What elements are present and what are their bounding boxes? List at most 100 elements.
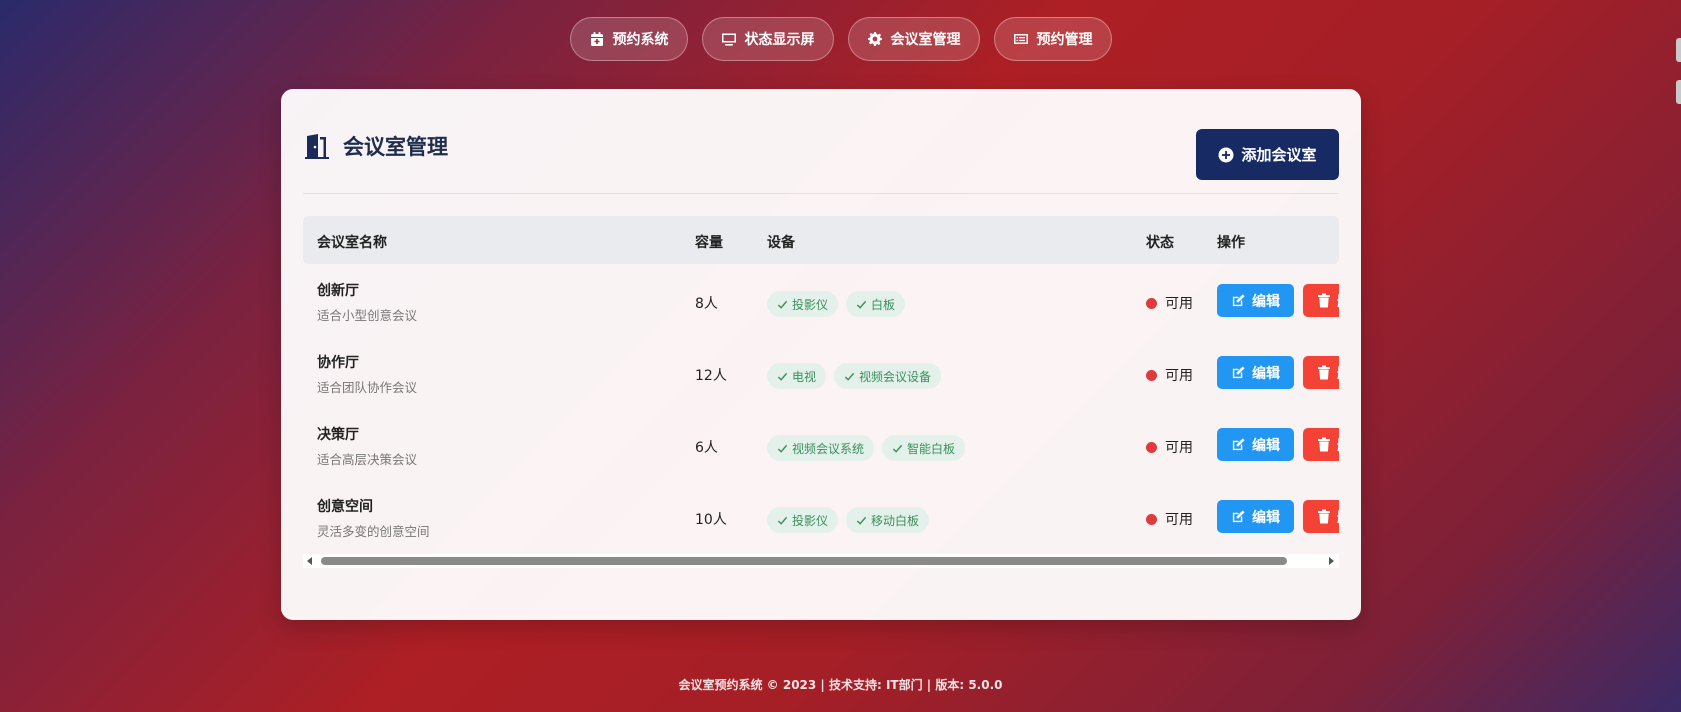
calendar-plus-icon — [590, 32, 603, 46]
add-room-button[interactable]: 添加会议室 — [1196, 129, 1339, 180]
delete-button[interactable]: 删 — [1303, 284, 1339, 317]
equipment-tags: 投影仪 白板 — [767, 291, 906, 317]
edit-label: 编辑 — [1252, 509, 1280, 526]
edit-label: 编辑 — [1252, 365, 1280, 382]
delete-label: 删 — [1337, 435, 1339, 455]
edit-icon — [1232, 510, 1245, 523]
trash-icon — [1318, 509, 1330, 524]
room-description: 适合小型创意会议 — [317, 308, 418, 323]
status-dot — [1146, 297, 1157, 309]
equipment-tag-label: 投影仪 — [792, 297, 829, 312]
equipment-tag-label: 视频会议系统 — [792, 441, 865, 456]
status-dot — [1146, 513, 1157, 525]
equipment-tags: 视频会议系统 智能白板 — [767, 435, 966, 461]
edit-icon — [1232, 366, 1245, 379]
gear-icon — [867, 32, 882, 46]
edit-icon — [1232, 438, 1245, 451]
room-description: 适合高层决策会议 — [317, 452, 418, 467]
table-row: 决策厅 适合高层决策会议 6人 视频会议系统 智能白板 可用 编辑 删 — [303, 416, 1339, 488]
status-indicator: 可用 — [1146, 365, 1193, 385]
status-indicator: 可用 — [1146, 509, 1193, 529]
nav-status-screen-button[interactable]: 状态显示屏 — [701, 17, 834, 61]
edit-button[interactable]: 编辑 — [1217, 500, 1294, 533]
status-indicator: 可用 — [1146, 437, 1193, 457]
check-icon — [777, 372, 788, 381]
footer-text: 会议室预约系统 © 2023 | 技术支持: IT部门 | 版本: 5.0.0 — [678, 678, 1003, 692]
horizontal-scrollbar[interactable] — [303, 554, 1339, 568]
edit-button[interactable]: 编辑 — [1217, 356, 1294, 389]
room-name: 决策厅 — [317, 427, 359, 443]
status-text: 可用 — [1165, 440, 1193, 456]
list-icon — [1013, 34, 1028, 44]
equipment-tags: 投影仪 移动白板 — [767, 507, 930, 533]
check-icon — [777, 300, 788, 309]
equipment-tag-label: 移动白板 — [871, 513, 920, 528]
door-icon — [305, 134, 329, 159]
check-icon — [856, 516, 867, 525]
nav-room-management-button[interactable]: 会议室管理 — [847, 17, 980, 61]
add-room-label: 添加会议室 — [1241, 146, 1317, 164]
nav-booking-management-button[interactable]: 预约管理 — [993, 17, 1112, 61]
edge-handle[interactable] — [1676, 80, 1681, 104]
scrollbar-thumb[interactable] — [321, 557, 1287, 565]
equipment-tags: 电视 视频会议设备 — [767, 363, 942, 389]
top-nav: 预约系统 状态显示屏 会议室管理 预约管理 — [0, 17, 1681, 61]
room-capacity: 6人 — [695, 440, 718, 456]
room-management-card: 会议室管理 添加会议室 会议室名称 容量 设备 状态 操作 创新厅 适合小型创意… — [281, 89, 1361, 620]
trash-icon — [1318, 293, 1330, 308]
equipment-tag: 视频会议设备 — [834, 363, 942, 389]
header-status: 状态 — [1146, 235, 1174, 251]
header-capacity: 容量 — [695, 235, 723, 251]
header-room-name: 会议室名称 — [317, 235, 387, 251]
delete-label: 删 — [1337, 507, 1339, 527]
status-text: 可用 — [1165, 512, 1193, 528]
delete-button[interactable]: 删 — [1303, 500, 1339, 533]
equipment-tag-label: 智能白板 — [907, 441, 956, 456]
edit-icon — [1232, 294, 1245, 307]
delete-label: 删 — [1337, 363, 1339, 383]
equipment-tag-label: 电视 — [792, 369, 817, 384]
edit-button[interactable]: 编辑 — [1217, 284, 1294, 317]
check-icon — [777, 444, 788, 453]
room-description: 灵活多变的创意空间 — [317, 524, 430, 539]
nav-booking-label: 预约系统 — [612, 32, 669, 48]
header-actions: 操作 — [1217, 235, 1245, 251]
scroll-right-arrow-icon[interactable] — [1329, 557, 1334, 565]
check-icon — [844, 372, 855, 381]
table-header: 会议室名称 容量 设备 状态 操作 — [303, 216, 1339, 264]
equipment-tag: 投影仪 — [767, 507, 839, 533]
nav-status-screen-label: 状态显示屏 — [744, 32, 815, 48]
room-capacity: 8人 — [695, 296, 718, 312]
title-divider — [303, 193, 1339, 194]
edge-handle[interactable] — [1676, 38, 1681, 62]
nav-booking-management-label: 预约管理 — [1036, 32, 1093, 48]
table-row: 协作厅 适合团队协作会议 12人 电视 视频会议设备 可用 编辑 删 — [303, 344, 1339, 416]
delete-button[interactable]: 删 — [1303, 428, 1339, 461]
room-capacity: 12人 — [695, 368, 727, 384]
table-row: 创新厅 适合小型创意会议 8人 投影仪 白板 可用 编辑 删 — [303, 272, 1339, 344]
check-icon — [892, 444, 903, 453]
room-capacity: 10人 — [695, 512, 727, 528]
delete-label: 删 — [1337, 291, 1339, 311]
delete-button[interactable]: 删 — [1303, 356, 1339, 389]
nav-booking-button[interactable]: 预约系统 — [569, 17, 688, 61]
status-indicator: 可用 — [1146, 293, 1193, 313]
scroll-left-arrow-icon[interactable] — [307, 557, 312, 565]
edit-label: 编辑 — [1252, 437, 1280, 454]
trash-icon — [1318, 437, 1330, 452]
room-description: 适合团队协作会议 — [317, 380, 418, 395]
edit-label: 编辑 — [1252, 293, 1280, 310]
equipment-tag: 视频会议系统 — [767, 435, 875, 461]
equipment-tag-label: 白板 — [871, 297, 896, 312]
equipment-tag: 白板 — [846, 291, 906, 317]
equipment-tag: 投影仪 — [767, 291, 839, 317]
edit-button[interactable]: 编辑 — [1217, 428, 1294, 461]
page-title: 会议室管理 — [303, 131, 448, 161]
rooms-table: 会议室名称 容量 设备 状态 操作 创新厅 适合小型创意会议 8人 投影仪 白板… — [303, 216, 1339, 550]
page-title-text: 会议室管理 — [343, 135, 448, 159]
edge-handles — [1676, 38, 1681, 122]
equipment-tag-label: 投影仪 — [792, 513, 829, 528]
room-name: 协作厅 — [317, 355, 359, 371]
equipment-tag: 电视 — [767, 363, 827, 389]
room-name: 创意空间 — [317, 499, 373, 515]
